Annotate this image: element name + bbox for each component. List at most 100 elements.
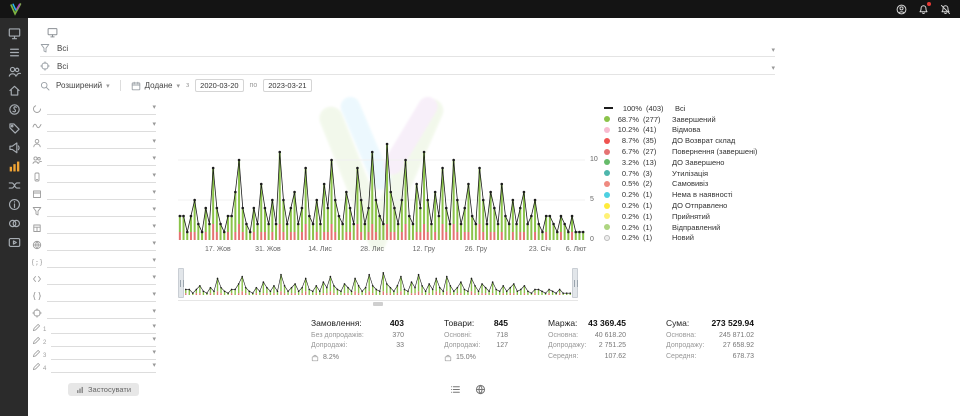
sidebar-custom-filter-select[interactable] [51, 348, 156, 360]
home-icon [8, 84, 21, 97]
chart-plot[interactable] [178, 100, 585, 240]
status-filter-select[interactable]: Всі [40, 40, 775, 57]
stat-share-row: 15.0% [444, 354, 508, 362]
legend-dot-marker [604, 181, 610, 187]
search-icon[interactable] [40, 81, 50, 91]
legend-item[interactable]: 0.2%(1)Прийнятий [604, 211, 757, 222]
topbar-avatar-button[interactable] [896, 4, 907, 15]
navigator-scrollbar [178, 300, 578, 305]
stat-subrow-label: Допродажу: [548, 342, 586, 349]
rail-item-info[interactable] [8, 198, 21, 211]
rail-item-video[interactable] [8, 236, 21, 249]
date-to-input[interactable]: 2023-03-21 [263, 79, 311, 92]
rail-item-stats[interactable] [8, 160, 21, 173]
legend-item[interactable]: 6.7%(27)Повернення (завершені) [604, 146, 757, 157]
legend-item[interactable]: 0.5%(2)Самовивіз [604, 179, 757, 190]
screencast-button[interactable] [46, 27, 59, 38]
legend-item[interactable]: 8.7%(35)ДО Возврат склад [604, 135, 757, 146]
stat-subrow: Основна:40 618.20 [548, 332, 626, 339]
apply-filters-label: Застосувати [88, 385, 131, 394]
stat-subrow: Основна:245 871.02 [666, 332, 754, 339]
sidebar-filter-select[interactable] [47, 120, 156, 132]
rail-item-integrations[interactable] [8, 179, 21, 192]
donut-icon [32, 104, 42, 114]
stat-subrow-value: 718 [496, 332, 508, 339]
sidebar-filter-select[interactable] [47, 273, 156, 285]
group-filter-select[interactable]: Всі [40, 58, 775, 75]
chevron-down-icon [152, 114, 156, 130]
info-icon [8, 198, 21, 211]
pencil-icon [32, 323, 41, 332]
legend-percent: 6.7% [614, 147, 639, 156]
sidebar-filter-row [32, 151, 156, 168]
navigator-scrollbar-thumb[interactable] [373, 302, 383, 306]
sidebar-filter-select[interactable] [47, 290, 156, 302]
legend-item[interactable]: 0.2%(1)Новий [604, 233, 757, 244]
rail-item-customers[interactable] [8, 65, 21, 78]
topbar-notifications-muted-button[interactable] [940, 4, 951, 15]
sidebar-custom-filter-select[interactable] [51, 361, 156, 373]
pencil-icon [32, 349, 41, 358]
rail-item-home[interactable] [8, 84, 21, 97]
stat-subrow-value: 245 871.02 [719, 332, 754, 339]
sidebar-custom-filter-select[interactable] [51, 322, 156, 334]
logo-icon [9, 3, 22, 16]
chevron-down-icon [152, 97, 156, 113]
sidebar-filter-select[interactable] [47, 188, 156, 200]
x-axis-tick-label: 14. Лис [308, 246, 332, 253]
sidebar-filter-row [32, 185, 156, 202]
sidebar-filter-select[interactable] [47, 171, 156, 183]
sidebar-custom-filter-select[interactable] [51, 335, 156, 347]
legend-label: Повернення (завершені) [672, 147, 757, 156]
sidebar-filter-select[interactable] [47, 154, 156, 166]
legend-item[interactable]: 10.2%(41)Відмова [604, 125, 757, 136]
sidebar-filter-select[interactable] [47, 137, 156, 149]
rail-item-finance[interactable] [8, 103, 21, 116]
legend-percent: 0.7% [614, 169, 639, 178]
apply-filters-button[interactable]: Застосувати [68, 383, 139, 396]
legend-percent: 0.2% [614, 201, 639, 210]
sidebar-filter-select[interactable] [47, 103, 156, 115]
rail-item-partners[interactable] [8, 217, 21, 230]
navigator-right-handle[interactable] [572, 268, 578, 298]
legend-item[interactable]: 0.2%(1)Нема в наявності [604, 189, 757, 200]
legend-item[interactable]: 100%(403)Всі [604, 103, 757, 114]
sidebar-filter-select[interactable] [47, 307, 156, 319]
legend-item[interactable]: 0.2%(1)Відправлений [604, 222, 757, 233]
nav-rail [0, 18, 28, 416]
stat-subrow-value: 33 [396, 342, 404, 349]
legend-percent: 8.7% [614, 136, 639, 145]
sidebar-filter-select[interactable] [47, 205, 156, 217]
rail-item-tags[interactable] [8, 122, 21, 135]
date-from-input[interactable]: 2020-03-20 [195, 79, 243, 92]
sidebar-custom-filter-row: 1 [32, 321, 156, 334]
date-field-dropdown[interactable]: Додане [131, 81, 180, 91]
legend-item[interactable]: 0.7%(3)Утилізація [604, 168, 757, 179]
sidebar-filter-select[interactable] [47, 256, 156, 268]
footer-globe-button[interactable] [475, 384, 486, 395]
legend-item[interactable]: 3.2%(13)ДО Завершено [604, 157, 757, 168]
custom-filter-index: 3 [43, 353, 46, 359]
pencil-icon [32, 362, 41, 371]
sidebar-filter-select[interactable] [47, 239, 156, 251]
topbar-notifications-button[interactable] [918, 4, 929, 15]
legend-item[interactable]: 0.2%(1)ДО Отправлено [604, 200, 757, 211]
rail-item-display[interactable] [8, 27, 21, 40]
brackets-icon [32, 291, 42, 301]
globe-icon [475, 384, 486, 395]
legend-dot-marker [604, 170, 610, 176]
rail-item-orders[interactable] [8, 46, 21, 59]
sidebar-filter-select[interactable] [47, 222, 156, 234]
sidebar-filter-row [32, 134, 156, 151]
advanced-filter-label: Розширений [56, 81, 102, 90]
navigator-left-handle[interactable] [178, 268, 184, 298]
legend-percent: 3.2% [614, 158, 639, 167]
topbar-right [896, 4, 951, 15]
legend-item[interactable]: 68.7%(277)Завершений [604, 114, 757, 125]
bag-icon [311, 354, 319, 362]
customers-icon [8, 65, 21, 78]
footer-list-view-button[interactable] [450, 384, 461, 395]
legend-count: (3) [643, 169, 668, 178]
rail-item-broadcast[interactable] [8, 141, 21, 154]
advanced-filter-dropdown[interactable]: Розширений [56, 81, 110, 90]
